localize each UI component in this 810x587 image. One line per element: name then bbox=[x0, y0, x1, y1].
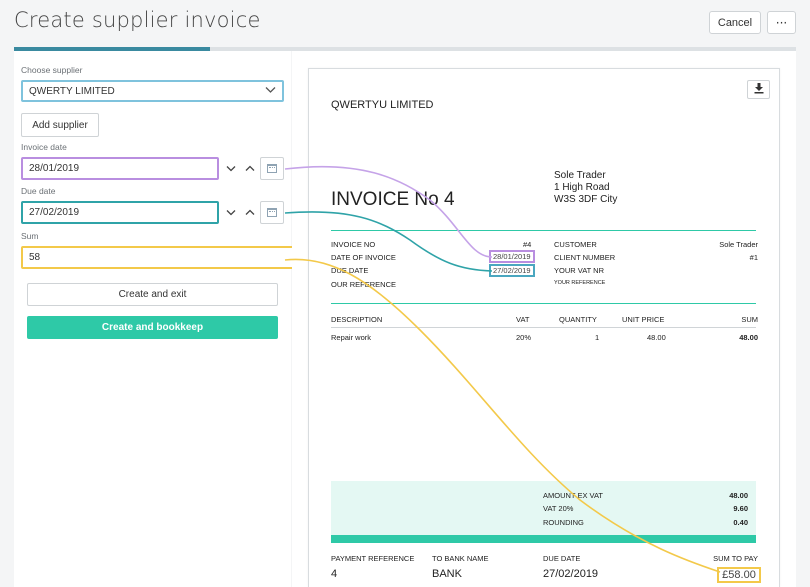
column-header: DESCRIPTION bbox=[331, 315, 383, 324]
footer-label: SUM TO PAY bbox=[713, 554, 758, 563]
meta-label: YOUR VAT NR bbox=[554, 266, 605, 275]
invoice-number: #4 bbox=[523, 240, 532, 249]
total-value: 48.00 bbox=[729, 491, 748, 500]
meta-label: OUR REFERENCE bbox=[331, 280, 397, 289]
more-options-button[interactable]: ··· bbox=[767, 11, 796, 34]
column-header: UNIT PRICE bbox=[622, 315, 665, 324]
page-title: Create supplier invoice bbox=[14, 8, 261, 32]
total-value: 0.40 bbox=[733, 518, 748, 527]
cancel-button[interactable]: Cancel bbox=[709, 11, 761, 34]
chevron-up-icon[interactable] bbox=[240, 201, 259, 224]
payment-reference-value: 4 bbox=[331, 568, 338, 580]
create-and-exit-button[interactable]: Create and exit bbox=[27, 283, 278, 306]
due-date-input[interactable]: 27/02/2019 bbox=[21, 201, 219, 224]
total-label: AMOUNT EX VAT bbox=[543, 491, 604, 500]
table-cell: 20% bbox=[516, 333, 532, 342]
table-cell: Repair work bbox=[331, 333, 372, 342]
invoice-form: Choose supplier QWERTY LIMITED Add suppl… bbox=[14, 51, 312, 587]
meta-label: DUE DATE bbox=[331, 266, 369, 275]
calendar-icon[interactable] bbox=[260, 157, 284, 180]
invoice-company-name: QWERTYU LIMITED bbox=[331, 99, 434, 111]
calendar-icon[interactable] bbox=[260, 201, 284, 224]
create-and-bookkeep-button[interactable]: Create and bookkeep bbox=[27, 316, 278, 339]
footer-due-date-value: 27/02/2019 bbox=[543, 568, 599, 580]
divider bbox=[331, 327, 756, 328]
divider bbox=[331, 230, 756, 231]
column-header: VAT bbox=[516, 315, 530, 324]
sum-to-pay-highlight: £58.00 bbox=[717, 567, 761, 583]
footer-label: PAYMENT REFERENCE bbox=[331, 554, 415, 563]
invoice-date-input[interactable]: 28/01/2019 bbox=[21, 157, 219, 180]
column-header: SUM bbox=[741, 315, 758, 324]
invoice-preview-panel: QWERTYU LIMITED Sole Trader 1 High Road … bbox=[292, 51, 796, 587]
supplier-select[interactable]: QWERTY LIMITED bbox=[21, 80, 284, 102]
supplier-label: Choose supplier bbox=[21, 65, 83, 75]
table-cell: 48.00 bbox=[739, 333, 758, 342]
column-header: QUANTITY bbox=[559, 315, 597, 324]
due-date-label: Due date bbox=[21, 186, 56, 196]
download-icon bbox=[753, 81, 765, 99]
table-cell: 48.00 bbox=[647, 333, 666, 342]
totals-bar bbox=[331, 535, 756, 543]
meta-label: INVOICE NO bbox=[331, 240, 376, 249]
meta-label: CUSTOMER bbox=[554, 240, 597, 249]
meta-label: DATE OF INVOICE bbox=[331, 253, 396, 262]
table-cell: 1 bbox=[595, 333, 600, 342]
trader-line: W3S 3DF City bbox=[554, 194, 618, 205]
meta-label: CLIENT NUMBER bbox=[554, 253, 616, 262]
invoice-date-label: Invoice date bbox=[21, 142, 67, 152]
download-button[interactable] bbox=[747, 80, 770, 99]
chevron-up-icon[interactable] bbox=[240, 157, 259, 180]
trader-line: Sole Trader bbox=[554, 170, 606, 181]
invoice-date-highlight: 28/01/2019 bbox=[489, 250, 535, 263]
meta-label: YOUR REFERENCE bbox=[554, 280, 606, 286]
customer-value: Sole Trader bbox=[719, 240, 758, 249]
invoice-title: INVOICE No 4 bbox=[331, 189, 455, 210]
total-label: VAT 20% bbox=[543, 504, 574, 513]
due-date-highlight: 27/02/2019 bbox=[489, 264, 535, 277]
footer-label: TO BANK NAME bbox=[432, 554, 489, 563]
sum-input[interactable]: 58 bbox=[21, 246, 312, 269]
bank-name-value: BANK bbox=[432, 568, 462, 580]
chevron-down-icon[interactable] bbox=[221, 157, 240, 180]
divider bbox=[331, 303, 756, 304]
total-value: 9.60 bbox=[733, 504, 748, 513]
total-label: ROUNDING bbox=[543, 518, 584, 527]
sum-label: Sum bbox=[21, 231, 39, 241]
invoice-document: QWERTYU LIMITED Sole Trader 1 High Road … bbox=[308, 68, 780, 587]
supplier-select-value: QWERTY LIMITED bbox=[29, 85, 115, 97]
footer-label: DUE DATE bbox=[543, 554, 581, 563]
chevron-down-icon[interactable] bbox=[221, 201, 240, 224]
trader-line: 1 High Road bbox=[554, 182, 610, 193]
client-number-value: #1 bbox=[749, 253, 758, 262]
add-supplier-button[interactable]: Add supplier bbox=[21, 113, 99, 137]
chevron-down-icon bbox=[265, 86, 276, 97]
